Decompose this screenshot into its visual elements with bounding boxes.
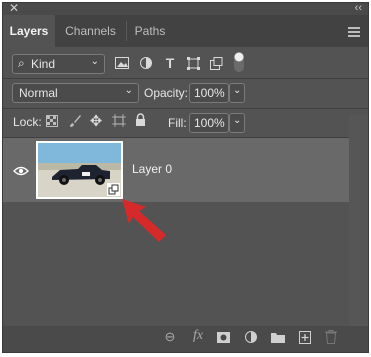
image-filter-icon[interactable] (115, 57, 129, 69)
mask-icon[interactable] (217, 332, 230, 343)
smart-object-filter-icon[interactable] (210, 57, 223, 70)
layers-panel: ✕ ‹‹ Layers Channels Paths ⌕ Kind ⌄ T No (2, 2, 369, 353)
scrollbar-track[interactable] (349, 115, 368, 327)
blend-mode-select[interactable]: Normal ⌄ (12, 83, 139, 103)
chevron-down-icon: ⌄ (124, 85, 133, 96)
lock-brush-icon[interactable] (69, 114, 81, 128)
layer-thumbnail[interactable] (36, 141, 123, 199)
chevron-down-icon: ⌄ (233, 85, 242, 96)
layer-row[interactable]: Layer 0 (3, 138, 351, 202)
fill-dropdown[interactable]: ⌄ (229, 113, 245, 133)
filter-kind-select[interactable]: ⌕ Kind ⌄ (12, 54, 105, 74)
link-icon[interactable]: ⊖ (161, 329, 179, 345)
opacity-input[interactable]: 100% (189, 83, 229, 103)
chevron-down-icon: ⌄ (233, 115, 242, 126)
type-filter-icon[interactable]: T (163, 55, 177, 71)
lock-all-icon[interactable] (135, 113, 146, 126)
new-layer-icon[interactable] (299, 331, 311, 344)
blend-mode-value: Normal (19, 86, 58, 100)
group-folder-icon[interactable] (271, 332, 285, 343)
adjustment-icon[interactable] (245, 331, 257, 343)
annotation-arrow (122, 199, 166, 242)
collapse-icon[interactable]: ‹‹ (355, 3, 362, 15)
panel-title-bar: ✕ ‹‹ (3, 3, 368, 15)
bottom-toolbar: ⊖ fx (3, 326, 368, 352)
smart-object-badge-icon (107, 183, 120, 196)
tab-layers[interactable]: Layers (3, 15, 55, 47)
search-icon: ⌕ (18, 56, 25, 70)
fx-icon[interactable]: fx (189, 328, 207, 344)
lock-artboard-icon[interactable] (112, 114, 126, 127)
filter-kind-label: Kind (31, 57, 56, 71)
adjustment-filter-icon[interactable] (140, 57, 152, 69)
lock-move-icon[interactable]: ✥ (89, 112, 103, 130)
lock-transparent-icon[interactable] (46, 115, 58, 127)
tab-bar: Layers Channels Paths (3, 15, 368, 47)
layer-name[interactable]: Layer 0 (132, 162, 172, 176)
fill-value: 100% (194, 116, 225, 130)
chevron-down-icon: ⌄ (90, 56, 99, 67)
lock-label: Lock: (13, 115, 42, 129)
opacity-value: 100% (194, 86, 225, 100)
divider (3, 108, 368, 109)
visibility-eye-icon[interactable] (13, 166, 29, 176)
tab-channels[interactable]: Channels (55, 15, 126, 47)
opacity-label: Opacity: (144, 86, 189, 100)
opacity-dropdown[interactable]: ⌄ (229, 83, 245, 103)
shape-filter-icon[interactable] (187, 57, 200, 70)
panel-menu-icon[interactable] (348, 27, 360, 37)
tab-paths[interactable]: Paths (127, 15, 173, 47)
close-icon[interactable]: ✕ (9, 3, 19, 15)
filter-toggle-icon[interactable] (233, 51, 245, 73)
fill-label: Fill: (168, 116, 187, 130)
fill-input[interactable]: 100% (189, 113, 229, 133)
divider (3, 78, 368, 79)
trash-icon[interactable] (325, 330, 337, 344)
